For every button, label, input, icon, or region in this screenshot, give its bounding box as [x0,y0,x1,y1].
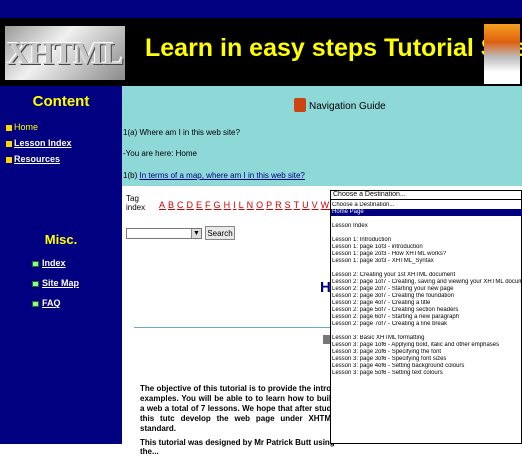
tag-letter-link[interactable]: A [159,200,166,210]
top-band [0,0,522,18]
bullet-icon [32,280,39,287]
site-header: XHTML Learn in easy steps Tutorial Site [0,18,522,86]
dropdown-option[interactable]: Lesson 3: page 4of6 - Setting background… [331,363,522,370]
logo-text: XHTML [7,34,124,71]
tag-letter-link[interactable]: E [196,200,203,210]
tag-letter-link[interactable]: I [233,200,237,210]
tag-label-line2: index [126,203,146,212]
tag-letter-link[interactable]: F [205,200,212,210]
tag-letter-link[interactable]: S [285,200,292,210]
question-map-prefix: 1(b) [123,171,138,180]
navigation-guide-title: Navigation Guide [294,98,386,112]
sidebar-item-resources[interactable]: Resources [6,154,60,164]
alphabet-links: ABCDEFGHILNOPRSTUVWX [159,200,341,210]
intro-paragraph: The objective of this tutorial is to pro… [140,384,336,433]
xhtml-logo: XHTML [5,26,125,80]
credits-paragraph: This tutorial was designed by Mr Patrick… [140,438,335,456]
sidebar-item-label: Home [14,122,39,132]
destination-select[interactable]: Choose a Destination... [330,190,522,200]
dropdown-option[interactable]: Lesson 3: page 3of6 - Specifying font si… [331,356,522,363]
dropdown-option[interactable]: Lesson 3: page 1of6 - Applying bold, ita… [331,342,522,349]
nav-guide-text: Navigation Guide [309,101,386,112]
tag-letter-link[interactable]: V [312,200,319,210]
sidebar-item-label: Lesson Index [14,138,72,148]
dropdown-option[interactable]: Lesson 2: page 6of7 - Starting a new par… [331,314,522,321]
tag-letter-link[interactable]: N [247,200,255,210]
content-heading: Content [32,93,90,110]
dropdown-option[interactable]: Lesson 2: page 7of7 - Creating a line br… [331,321,522,328]
chevron-down-icon[interactable]: ▼ [191,229,201,238]
divider [134,327,334,328]
dropdown-option[interactable]: Home Page [331,209,522,216]
sidebar-item-lesson-index[interactable]: Lesson Index [6,138,72,148]
dropdown-option[interactable]: Lesson 2: page 5of7 - Creating section h… [331,307,522,314]
sidebar-item-home[interactable]: Home [6,122,38,132]
tag-letter-link[interactable]: D [187,200,195,210]
tag-letter-link[interactable]: G [214,200,222,210]
dropdown-option[interactable]: Lesson 1: page 3of3 - XHTML_Syntax [331,258,522,265]
search-button[interactable]: Search [205,226,235,240]
bullet-icon [32,300,39,307]
sidebar-item-faq[interactable]: FAQ [32,298,61,308]
dropdown-option[interactable]: Lesson 3: page 5of6 - Setting text colou… [331,370,522,377]
map-link[interactable]: In terms of a map, where am I in this we… [139,171,304,180]
tag-label-line1: Tag [126,194,139,203]
dropdown-option[interactable]: Choose a Destination... [331,202,522,209]
dropdown-separator [331,265,522,272]
bullet-icon [32,260,39,267]
dropdown-option[interactable]: Lesson 1: Introduction [331,237,522,244]
misc-heading: Misc. [44,232,78,247]
bullet-icon [6,124,12,131]
tag-letter-link[interactable]: U [302,200,310,210]
tag-letter-link[interactable]: T [294,200,301,210]
sidebar-item-label: Site Map [42,278,80,288]
tag-letter-link[interactable]: L [239,200,245,210]
question-where-am-i: 1(a) Where am I in this web site? [123,128,240,137]
dropdown-separator [331,230,522,237]
sidebar: Content Home Lesson Index Resources Misc… [0,86,122,444]
dropdown-option[interactable]: Lesson 3: Basic XHTML formatting [331,335,522,342]
tag-letter-link[interactable]: H [224,200,232,210]
sidebar-item-label: Resources [14,154,61,164]
bullet-icon [6,156,12,163]
tag-letter-link[interactable]: W [321,200,331,210]
tag-letter-link[interactable]: C [177,200,185,210]
tools-image [484,24,520,84]
dropdown-separator [331,216,522,223]
navigation-guide-block: Navigation Guide 1(a) Where am I in this… [122,86,522,186]
sidebar-item-label: FAQ [42,298,61,308]
dropdown-option[interactable]: Lesson 2: page 2of7 - Starting your new … [331,286,522,293]
question-map: 1(b) In terms of a map, where am I in th… [123,171,305,180]
dropdown-separator [331,328,522,335]
dropdown-option[interactable]: Lesson 2: page 3of7 - Creating the found… [331,293,522,300]
you-are-here: -You are here: Home [123,149,197,158]
dropdown-option[interactable]: Lesson 3: page 2of6 - Specifying the fon… [331,349,522,356]
tag-letter-link[interactable]: B [168,200,175,210]
sidebar-item-index[interactable]: Index [32,258,66,268]
sidebar-item-site-map[interactable]: Site Map [32,278,79,288]
tag-letter-link[interactable]: P [266,200,273,210]
dropdown-option[interactable]: Lesson Index [331,223,522,230]
tag-letter-link[interactable]: O [256,200,264,210]
tag-index-label: Tag index [126,194,145,212]
sidebar-item-label: Index [42,258,66,268]
tag-letter-link[interactable]: R [275,200,283,210]
dropdown-option[interactable]: Lesson 1: page 2of3 - How XHTML works? [331,251,522,258]
tag-select[interactable]: ▼ [126,228,202,239]
dropdown-option[interactable]: Lesson 2: Creating your 1st XHTML docume… [331,272,522,279]
bullet-icon [6,140,12,147]
dropdown-option[interactable]: Lesson 2: page 4of7 - Creating a title [331,300,522,307]
destination-option-list[interactable]: Choose a Destination... Home Page Lesson I… [331,202,522,377]
dropdown-option[interactable]: Lesson 1: page 1of3 - introduction [331,244,522,251]
site-title: Learn in easy steps Tutorial Site [145,34,522,62]
dropdown-option[interactable]: Lesson 2: page 1of7 - Creating, saving a… [331,279,522,286]
guide-person-icon [294,98,306,112]
